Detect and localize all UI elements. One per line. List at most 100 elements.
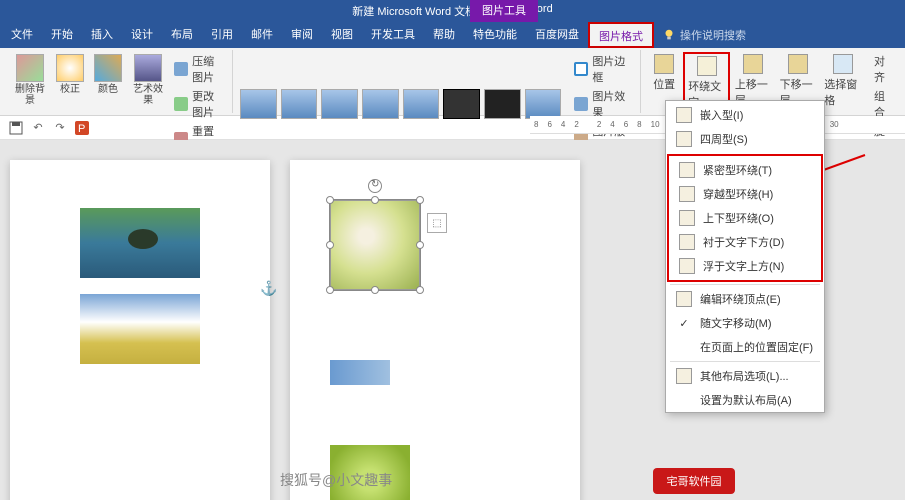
tight-icon — [679, 162, 695, 178]
tab-special[interactable]: 特色功能 — [464, 22, 526, 48]
ribbon-group-adjust: 删除背景 校正 颜色 艺术效果 压缩图片 更改图片 重置图片 调整 — [4, 50, 233, 113]
image-sky-strip[interactable] — [330, 360, 390, 385]
anchor-icon: ⚓ — [260, 280, 277, 297]
separator — [670, 284, 820, 285]
topbottom-icon — [679, 210, 695, 226]
watermark-badge: 宅哥软件园 — [653, 468, 735, 494]
image-blossom-selected[interactable]: ⬚ — [330, 200, 420, 290]
color-button[interactable]: 颜色 — [90, 52, 126, 97]
tab-references[interactable]: 引用 — [202, 22, 242, 48]
resize-handle-e[interactable] — [416, 241, 424, 249]
picture-style-4[interactable] — [362, 89, 399, 119]
picture-style-2[interactable] — [281, 89, 318, 119]
picture-style-3[interactable] — [321, 89, 358, 119]
image-mountains[interactable] — [80, 294, 200, 364]
effects-icon — [574, 97, 588, 111]
edit-wrap-points[interactable]: 编辑环绕顶点(E) — [666, 287, 824, 311]
artistic-effects-button[interactable]: 艺术效果 — [128, 52, 168, 108]
lightbulb-icon — [662, 28, 676, 42]
wrap-option-square[interactable]: 四周型(S) — [666, 127, 824, 151]
rotate-handle[interactable] — [368, 179, 382, 193]
remove-bg-label: 删除背景 — [14, 84, 46, 106]
fix-position[interactable]: 在页面上的位置固定(F) — [666, 335, 824, 359]
tell-me-search[interactable]: 操作说明搜索 — [662, 27, 746, 43]
save-button[interactable] — [8, 120, 24, 136]
tab-developer[interactable]: 开发工具 — [362, 22, 424, 48]
layout-options-button[interactable]: ⬚ — [427, 213, 447, 233]
artistic-label: 艺术效果 — [132, 84, 164, 106]
inline-icon — [676, 107, 692, 123]
resize-handle-nw[interactable] — [326, 196, 334, 204]
tell-me-label: 操作说明搜索 — [680, 27, 746, 43]
corrections-button[interactable]: 校正 — [52, 52, 88, 97]
resize-handle-sw[interactable] — [326, 286, 334, 294]
powerpoint-icon: P — [75, 121, 89, 135]
tab-mailings[interactable]: 邮件 — [242, 22, 282, 48]
front-icon — [679, 258, 695, 274]
watermark-text: 搜狐号@小文趣事 — [280, 470, 392, 490]
resize-handle-ne[interactable] — [416, 196, 424, 204]
position-icon — [654, 54, 674, 74]
color-label: 颜色 — [98, 84, 118, 95]
resize-handle-se[interactable] — [416, 286, 424, 294]
title-bar: 新建 Microsoft Word 文档 (2).docx - Word 图片工… — [0, 0, 905, 22]
save-icon — [9, 121, 23, 135]
selection-icon — [833, 54, 853, 74]
wrap-text-dropdown: 嵌入型(I) 四周型(S) 紧密型环绕(T) 穿越型环绕(H) 上下型环绕(O)… — [665, 100, 825, 413]
forward-icon — [743, 54, 763, 74]
powerpoint-button[interactable]: P — [74, 120, 90, 136]
wrap-option-front[interactable]: 浮于文字上方(N) — [669, 254, 821, 278]
tab-design[interactable]: 设计 — [122, 22, 162, 48]
square-icon — [676, 131, 692, 147]
tab-baidu[interactable]: 百度网盘 — [526, 22, 588, 48]
tab-insert[interactable]: 插入 — [82, 22, 122, 48]
check-icon: ✓ — [676, 317, 692, 330]
compress-icon — [174, 62, 188, 76]
wrap-text-icon — [697, 56, 717, 76]
context-tab-picture-tools: 图片工具 — [470, 0, 538, 22]
resize-handle-w[interactable] — [326, 241, 334, 249]
tab-view[interactable]: 视图 — [322, 22, 362, 48]
tab-layout[interactable]: 布局 — [162, 22, 202, 48]
svg-text:P: P — [78, 123, 85, 135]
remove-background-button[interactable]: 删除背景 — [10, 52, 50, 108]
undo-button[interactable]: ↶ — [30, 120, 46, 136]
tab-help[interactable]: 帮助 — [424, 22, 464, 48]
border-icon — [574, 62, 588, 76]
set-default-layout[interactable]: 设置为默认布局(A) — [666, 388, 824, 412]
selection-pane-button[interactable]: 选择窗格 — [821, 52, 864, 110]
resize-handle-n[interactable] — [371, 196, 379, 204]
change-picture-button[interactable]: 更改图片 — [170, 87, 226, 121]
wrap-option-inline[interactable]: 嵌入型(I) — [666, 103, 824, 127]
picture-style-6[interactable] — [443, 89, 480, 119]
redo-button[interactable]: ↷ — [52, 120, 68, 136]
wrap-option-through[interactable]: 穿越型环绕(H) — [669, 182, 821, 206]
wrap-option-topbottom[interactable]: 上下型环绕(O) — [669, 206, 821, 230]
align-button[interactable]: 对齐 — [870, 52, 895, 86]
wrap-option-behind[interactable]: 衬于文字下方(D) — [669, 230, 821, 254]
tab-file[interactable]: 文件 — [2, 22, 42, 48]
compress-pictures-button[interactable]: 压缩图片 — [170, 52, 226, 86]
wrap-option-tight[interactable]: 紧密型环绕(T) — [669, 158, 821, 182]
more-layout-options[interactable]: 其他布局选项(L)... — [666, 364, 824, 388]
corrections-label: 校正 — [60, 84, 80, 95]
position-button[interactable]: 位置 — [647, 52, 681, 94]
behind-icon — [679, 234, 695, 250]
tab-home[interactable]: 开始 — [42, 22, 82, 48]
picture-style-7[interactable] — [484, 89, 521, 119]
resize-handle-s[interactable] — [371, 286, 379, 294]
tab-review[interactable]: 审阅 — [282, 22, 322, 48]
image-duck[interactable] — [80, 208, 200, 278]
tab-picture-format[interactable]: 图片格式 — [588, 22, 654, 48]
ribbon-tabs: 文件 开始 插入 设计 布局 引用 邮件 审阅 视图 开发工具 帮助 特色功能 … — [0, 22, 905, 48]
picture-style-1[interactable] — [240, 89, 277, 119]
picture-style-5[interactable] — [403, 89, 440, 119]
picture-border-button[interactable]: 图片边框 — [570, 52, 634, 86]
ribbon-group-picture-styles: 图片边框 图片效果 图片版式 图片样式 — [233, 50, 641, 113]
page-1 — [10, 160, 270, 500]
picture-style-8[interactable] — [525, 89, 562, 119]
through-icon — [679, 186, 695, 202]
move-with-text[interactable]: ✓随文字移动(M) — [666, 311, 824, 335]
page-2: ⚓ ⬚ — [290, 160, 580, 500]
change-picture-icon — [174, 97, 188, 111]
